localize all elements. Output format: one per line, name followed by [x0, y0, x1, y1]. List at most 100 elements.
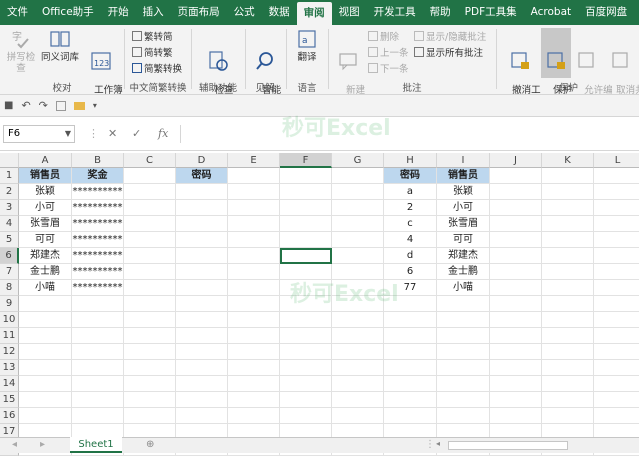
cell-B15[interactable] [72, 392, 124, 408]
cell-E13[interactable] [228, 360, 280, 376]
column-header-G[interactable]: G [332, 153, 384, 168]
cell-C9[interactable] [124, 296, 176, 312]
cell-B3[interactable]: ********** [72, 200, 124, 216]
column-header-E[interactable]: E [228, 153, 280, 168]
cell-H11[interactable] [384, 328, 437, 344]
cell-L9[interactable] [594, 296, 639, 312]
cell-B6[interactable]: ********** [72, 248, 124, 264]
column-header-D[interactable]: D [176, 153, 228, 168]
cell-A16[interactable] [19, 408, 72, 424]
cell-F11[interactable] [280, 328, 332, 344]
cell-L11[interactable] [594, 328, 639, 344]
row-header-3[interactable]: 3 [0, 200, 19, 216]
tab-2[interactable]: 开始 [101, 0, 136, 25]
delete-comment-button[interactable]: 删除 [368, 29, 399, 43]
add-sheet-icon[interactable]: ⊕ [146, 439, 154, 450]
column-header-B[interactable]: B [72, 153, 124, 168]
cell-L15[interactable] [594, 392, 639, 408]
redo-icon[interactable]: ↷ [39, 99, 48, 112]
cell-G6[interactable] [332, 248, 384, 264]
cell-J6[interactable] [490, 248, 542, 264]
cell-H2[interactable]: a [384, 184, 437, 200]
cell-C14[interactable] [124, 376, 176, 392]
cell-K7[interactable] [542, 264, 594, 280]
cell-B10[interactable] [72, 312, 124, 328]
cell-K5[interactable] [542, 232, 594, 248]
cell-J4[interactable] [490, 216, 542, 232]
cell-H16[interactable] [384, 408, 437, 424]
cell-H15[interactable] [384, 392, 437, 408]
cell-K12[interactable] [542, 344, 594, 360]
cell-C7[interactable] [124, 264, 176, 280]
row-header-5[interactable]: 5 [0, 232, 19, 248]
cell-E7[interactable] [228, 264, 280, 280]
cell-A9[interactable] [19, 296, 72, 312]
cell-I16[interactable] [437, 408, 490, 424]
cell-F4[interactable] [280, 216, 332, 232]
tab-7[interactable]: 审阅 [296, 2, 332, 25]
cell-I5[interactable]: 可可 [437, 232, 490, 248]
cell-J7[interactable] [490, 264, 542, 280]
cell-A8[interactable]: 小喵 [19, 280, 72, 296]
cell-F5[interactable] [280, 232, 332, 248]
cell-J8[interactable] [490, 280, 542, 296]
cell-E4[interactable] [228, 216, 280, 232]
cell-D2[interactable] [176, 184, 228, 200]
select-all-corner[interactable] [0, 153, 19, 168]
cell-I11[interactable] [437, 328, 490, 344]
cell-A3[interactable]: 小可 [19, 200, 72, 216]
cell-A2[interactable]: 张颖 [19, 184, 72, 200]
cell-K4[interactable] [542, 216, 594, 232]
row-header-16[interactable]: 16 [0, 408, 19, 424]
cell-K2[interactable] [542, 184, 594, 200]
column-header-A[interactable]: A [19, 153, 72, 168]
cell-J16[interactable] [490, 408, 542, 424]
cell-F6[interactable] [280, 248, 332, 264]
cell-C3[interactable] [124, 200, 176, 216]
chinese-convert-button[interactable]: 简繁转换 [132, 61, 182, 75]
row-header-4[interactable]: 4 [0, 216, 19, 232]
cell-E6[interactable] [228, 248, 280, 264]
next-comment-button[interactable]: 下一条 [368, 61, 409, 75]
insert-function-icon[interactable]: fx [158, 127, 168, 140]
cell-G5[interactable] [332, 232, 384, 248]
cell-G2[interactable] [332, 184, 384, 200]
cell-H10[interactable] [384, 312, 437, 328]
cell-I8[interactable]: 小喵 [437, 280, 490, 296]
cell-J15[interactable] [490, 392, 542, 408]
customize-qat-icon[interactable]: ▾ [93, 101, 97, 110]
trad-to-simp-button[interactable]: 繁转简 [132, 29, 173, 43]
cell-E1[interactable] [228, 168, 280, 184]
cell-G16[interactable] [332, 408, 384, 424]
simp-to-trad-button[interactable]: 简转繁 [132, 45, 173, 59]
cell-C16[interactable] [124, 408, 176, 424]
cell-E12[interactable] [228, 344, 280, 360]
cell-C10[interactable] [124, 312, 176, 328]
row-header-6[interactable]: 6 [0, 248, 19, 264]
cell-I1[interactable]: 销售员 [437, 168, 490, 184]
cell-J10[interactable] [490, 312, 542, 328]
cell-F3[interactable] [280, 200, 332, 216]
spell-check-button[interactable]: 字 拼写检查 [4, 28, 38, 74]
cell-K3[interactable] [542, 200, 594, 216]
tab-0[interactable]: 文件 [0, 0, 35, 25]
column-header-K[interactable]: K [542, 153, 594, 168]
tab-5[interactable]: 公式 [227, 0, 262, 25]
cell-H6[interactable]: d [384, 248, 437, 264]
protect-workbook-button[interactable]: 保护 工作簿 [541, 28, 572, 107]
cell-C1[interactable] [124, 168, 176, 184]
cell-B5[interactable]: ********** [72, 232, 124, 248]
cell-C11[interactable] [124, 328, 176, 344]
cell-C2[interactable] [124, 184, 176, 200]
cell-C13[interactable] [124, 360, 176, 376]
row-header-1[interactable]: 1 [0, 168, 19, 184]
column-header-C[interactable]: C [124, 153, 176, 168]
cell-E15[interactable] [228, 392, 280, 408]
cell-J3[interactable] [490, 200, 542, 216]
name-box[interactable]: F6 ▼ [3, 125, 75, 143]
cell-G1[interactable] [332, 168, 384, 184]
cell-J2[interactable] [490, 184, 542, 200]
cell-F10[interactable] [280, 312, 332, 328]
cell-H3[interactable]: 2 [384, 200, 437, 216]
cell-E5[interactable] [228, 232, 280, 248]
